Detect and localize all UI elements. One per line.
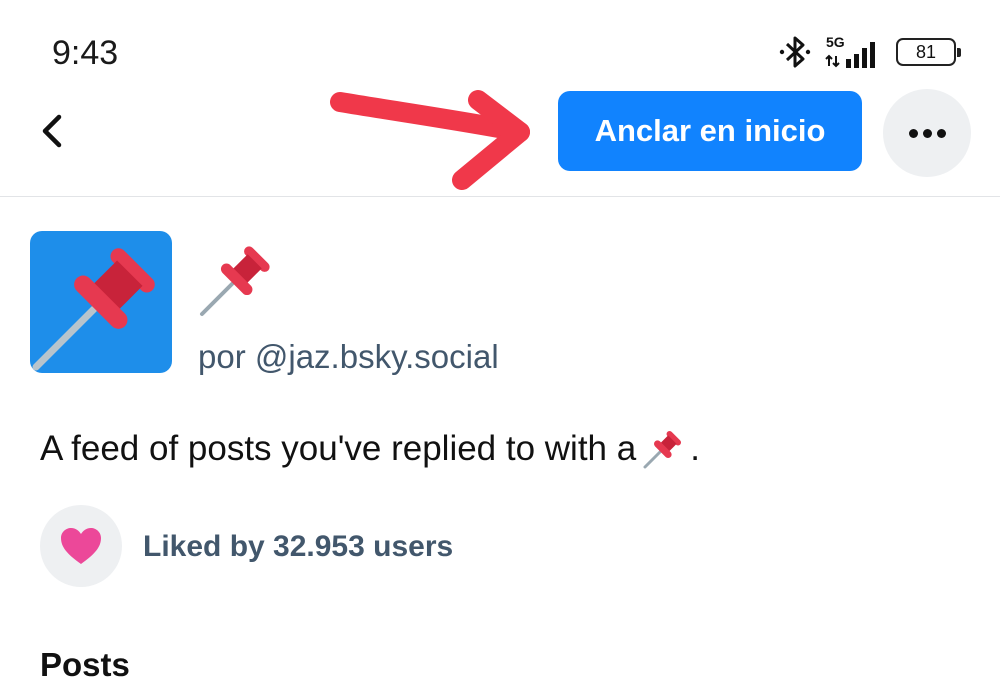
signal-icon: 5G — [822, 32, 886, 72]
ellipsis-icon — [908, 128, 918, 138]
feed-creator[interactable]: por @jaz.bsky.social — [198, 338, 499, 376]
chevron-left-icon — [42, 114, 62, 148]
battery-level: 81 — [915, 41, 937, 62]
annotation-arrow — [330, 90, 530, 190]
feed-avatar — [30, 231, 172, 373]
pushpin-icon — [32, 248, 155, 371]
feed-emoji-icon — [200, 246, 270, 316]
feed-description-text: A feed of posts you've replied to with a — [40, 429, 637, 468]
more-options-button[interactable] — [883, 89, 971, 177]
posts-section-heading: Posts — [40, 646, 130, 683]
pushpin-icon — [643, 430, 682, 469]
feed-description-end: . — [690, 429, 700, 468]
battery-icon: 81 — [896, 38, 961, 66]
heart-icon — [61, 528, 101, 564]
header-divider — [0, 196, 1000, 197]
status-time: 9:43 — [52, 34, 119, 72]
likes-count[interactable]: Liked by 32.953 users — [143, 530, 453, 564]
bluetooth-icon — [779, 36, 811, 68]
feed-description: A feed of posts you've replied to with a… — [40, 428, 700, 470]
back-button[interactable] — [30, 106, 74, 156]
pin-to-home-button[interactable]: Anclar en inicio — [558, 91, 862, 171]
status-icons: 5G 81 — [778, 28, 961, 76]
like-button[interactable] — [40, 505, 122, 587]
